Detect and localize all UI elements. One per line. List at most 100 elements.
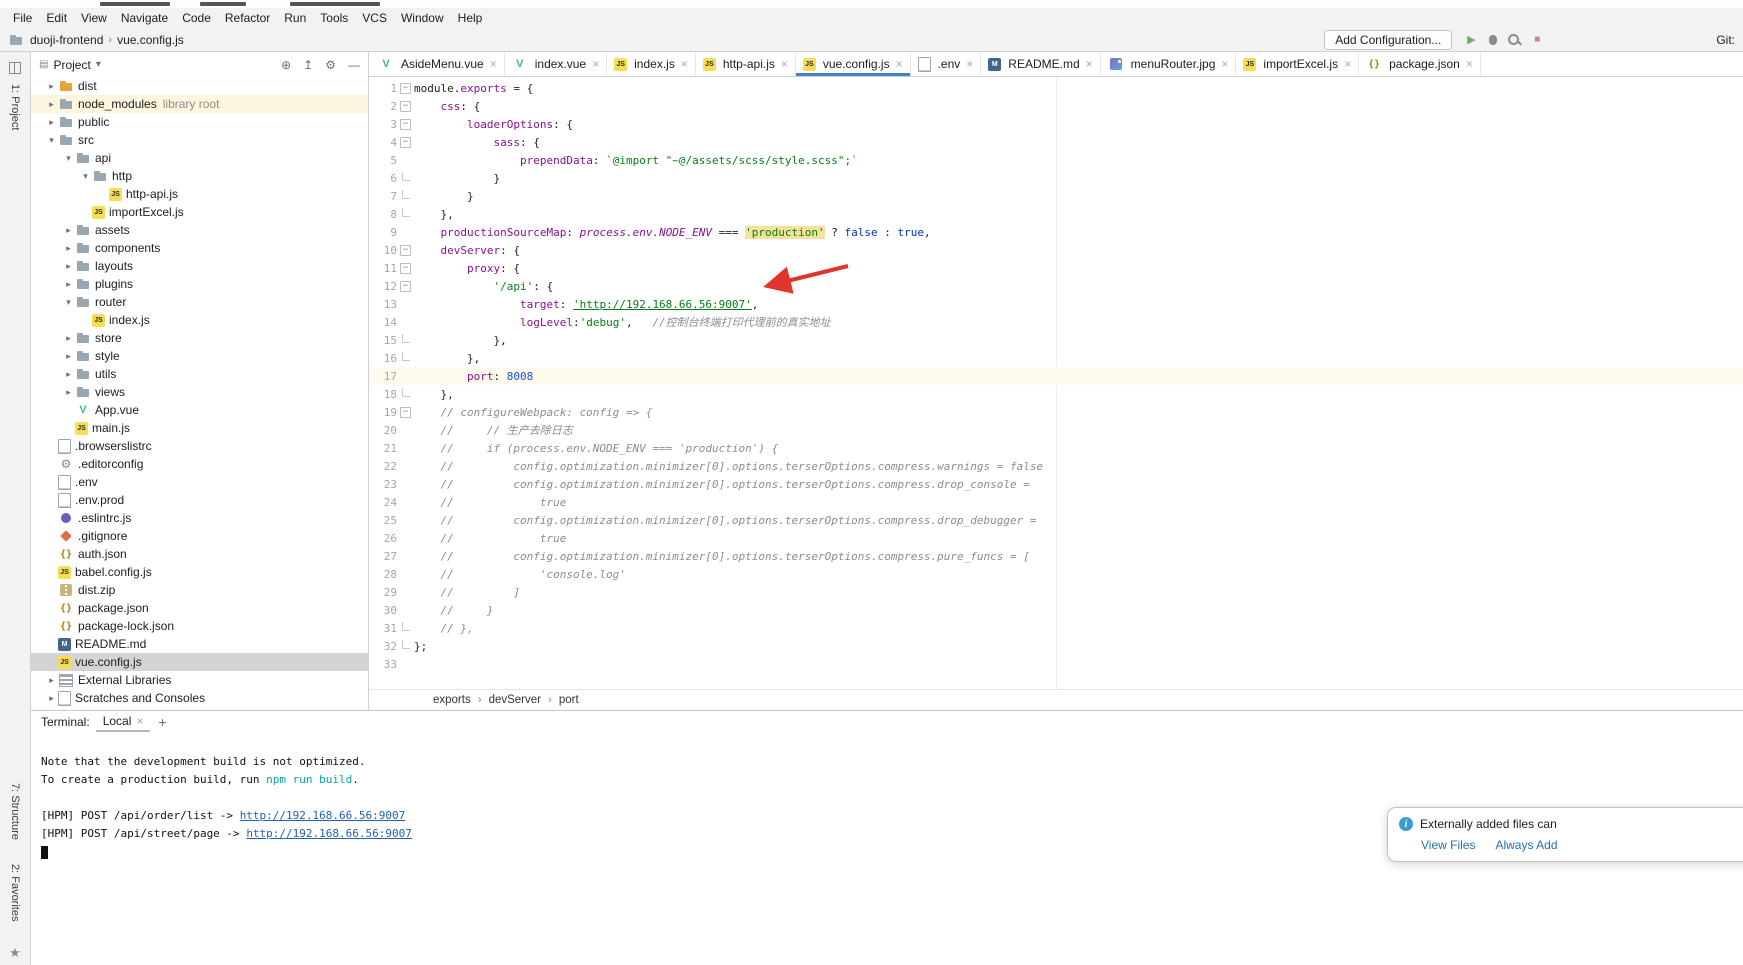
fold-marker-icon[interactable] (397, 637, 414, 655)
tree-item-index-js[interactable]: JSindex.js (31, 311, 368, 329)
tree-item-components[interactable]: ▸components (31, 239, 368, 257)
close-icon[interactable]: × (1466, 57, 1473, 71)
tree-item-api[interactable]: ▾api (31, 149, 368, 167)
tree-item-package-json[interactable]: {}package.json (31, 599, 368, 617)
terminal-link[interactable]: http://192.168.66.56:9007 (240, 809, 406, 822)
tree-item-node-modules[interactable]: ▸node_moduleslibrary root (31, 95, 368, 113)
close-icon[interactable]: × (966, 57, 973, 71)
editor-tab-importexcel-js[interactable]: JSimportExcel.js× (1236, 52, 1359, 76)
close-icon[interactable]: × (1221, 57, 1228, 71)
tree-item-src[interactable]: ▾src (31, 131, 368, 149)
editor-tab-vue-config-js[interactable]: JSvue.config.js× (796, 52, 911, 76)
tree-item-env-prod[interactable]: .env.prod (31, 491, 368, 509)
fold-marker-icon[interactable] (397, 79, 414, 97)
fold-marker-icon[interactable] (397, 169, 414, 187)
breadcrumb-project[interactable]: duoji-frontend (28, 33, 105, 47)
chevron-right-icon[interactable]: ▸ (45, 117, 58, 128)
fold-marker-icon[interactable] (397, 331, 414, 349)
fold-marker-icon[interactable] (397, 619, 414, 637)
close-icon[interactable]: × (1086, 57, 1093, 71)
chevron-right-icon[interactable]: ▸ (45, 81, 58, 92)
chevron-right-icon[interactable]: ▸ (62, 243, 75, 254)
editor-tab-env[interactable]: .env× (911, 52, 982, 76)
fold-marker-icon[interactable] (397, 205, 414, 223)
editor-tab-asidemenu-vue[interactable]: VAsideMenu.vue× (371, 52, 505, 76)
close-icon[interactable]: × (1344, 57, 1351, 71)
tree-item-style[interactable]: ▸style (31, 347, 368, 365)
menu-item-vcs[interactable]: VCS (355, 9, 394, 27)
tree-item-app-vue[interactable]: VApp.vue (31, 401, 368, 419)
fold-marker-icon[interactable] (397, 97, 414, 115)
fold-marker-icon[interactable] (397, 241, 414, 259)
breadcrumb-port[interactable]: port (559, 694, 579, 706)
tree-item-env[interactable]: .env (31, 473, 368, 491)
new-terminal-button[interactable]: + (158, 714, 166, 730)
fold-marker-icon[interactable] (397, 133, 414, 151)
chevron-down-icon[interactable]: ▾ (79, 171, 92, 182)
menu-item-file[interactable]: File (6, 9, 39, 27)
tree-item-external-libraries[interactable]: ▸External Libraries (31, 671, 368, 689)
chevron-down-icon[interactable]: ▾ (62, 153, 75, 164)
fold-marker-icon[interactable] (397, 403, 414, 421)
chevron-down-icon[interactable]: ▾ (45, 135, 58, 146)
editor-tab-readme-md[interactable]: MREADME.md× (981, 52, 1100, 76)
chevron-down-icon[interactable]: ▾ (62, 297, 75, 308)
tree-item-importexcel-js[interactable]: JSimportExcel.js (31, 203, 368, 221)
fold-marker-icon[interactable] (397, 115, 414, 133)
menu-item-run[interactable]: Run (277, 9, 313, 27)
close-icon[interactable]: × (681, 57, 688, 71)
tool-window-button-7-structure[interactable]: 7: Structure (9, 783, 21, 840)
tree-item-router[interactable]: ▾router (31, 293, 368, 311)
close-icon[interactable]: × (896, 57, 903, 71)
notification-action-always-add[interactable]: Always Add (1495, 838, 1557, 852)
chevron-right-icon[interactable]: ▸ (62, 333, 75, 344)
chevron-right-icon[interactable]: ▸ (62, 387, 75, 398)
tree-item-auth-json[interactable]: {}auth.json (31, 545, 368, 563)
tree-item-dist[interactable]: ▸dist (31, 77, 368, 95)
chevron-right-icon[interactable]: ▸ (62, 369, 75, 380)
chevron-right-icon[interactable]: ▸ (45, 693, 58, 704)
menu-item-window[interactable]: Window (394, 9, 451, 27)
locate-file-icon[interactable]: ⊕ (281, 58, 291, 72)
close-icon[interactable]: × (136, 714, 143, 728)
tree-item-editorconfig[interactable]: ⚙.editorconfig (31, 455, 368, 473)
menu-item-tools[interactable]: Tools (313, 9, 355, 27)
fold-marker-icon[interactable] (397, 349, 414, 367)
breadcrumb-devserver[interactable]: devServer (489, 694, 541, 706)
tree-item-public[interactable]: ▸public (31, 113, 368, 131)
tree-item-dist-zip[interactable]: dist.zip (31, 581, 368, 599)
tree-item-utils[interactable]: ▸utils (31, 365, 368, 383)
menu-item-navigate[interactable]: Navigate (114, 9, 175, 27)
breadcrumb-file[interactable]: vue.config.js (115, 33, 186, 47)
terminal-link[interactable]: http://192.168.66.56:9007 (246, 827, 412, 840)
fold-marker-icon[interactable] (397, 259, 414, 277)
menu-item-help[interactable]: Help (451, 9, 490, 27)
fold-marker-icon[interactable] (397, 187, 414, 205)
close-icon[interactable]: × (781, 57, 788, 71)
debug-button-icon[interactable] (1482, 30, 1504, 50)
menu-item-code[interactable]: Code (175, 9, 218, 27)
tree-item-views[interactable]: ▸views (31, 383, 368, 401)
tree-item-plugins[interactable]: ▸plugins (31, 275, 368, 293)
chevron-right-icon[interactable]: ▸ (62, 261, 75, 272)
tree-item-main-js[interactable]: JSmain.js (31, 419, 368, 437)
chevron-right-icon[interactable]: ▸ (45, 99, 58, 110)
collapse-all-icon[interactable]: ↥ (303, 58, 313, 72)
fold-marker-icon[interactable] (397, 385, 414, 403)
close-icon[interactable]: × (592, 57, 599, 71)
chevron-right-icon[interactable]: ▸ (62, 351, 75, 362)
terminal-tab-local[interactable]: Local × (96, 712, 151, 732)
tree-item-http-api-js[interactable]: JShttp-api.js (31, 185, 368, 203)
tree-item-gitignore[interactable]: .gitignore (31, 527, 368, 545)
favorites-star-icon[interactable]: ★ (9, 945, 21, 961)
chevron-right-icon[interactable]: ▸ (62, 225, 75, 236)
editor-tab-index-vue[interactable]: Vindex.vue× (505, 52, 607, 76)
tree-item-layouts[interactable]: ▸layouts (31, 257, 368, 275)
notification-action-view-files[interactable]: View Files (1421, 838, 1475, 852)
menu-item-view[interactable]: View (74, 9, 114, 27)
chevron-right-icon[interactable]: ▸ (45, 675, 58, 686)
close-icon[interactable]: × (490, 57, 497, 71)
chevron-right-icon[interactable]: ▸ (62, 279, 75, 290)
stop-button-icon[interactable]: ■ (1526, 30, 1548, 50)
add-configuration-button[interactable]: Add Configuration... (1324, 30, 1452, 50)
